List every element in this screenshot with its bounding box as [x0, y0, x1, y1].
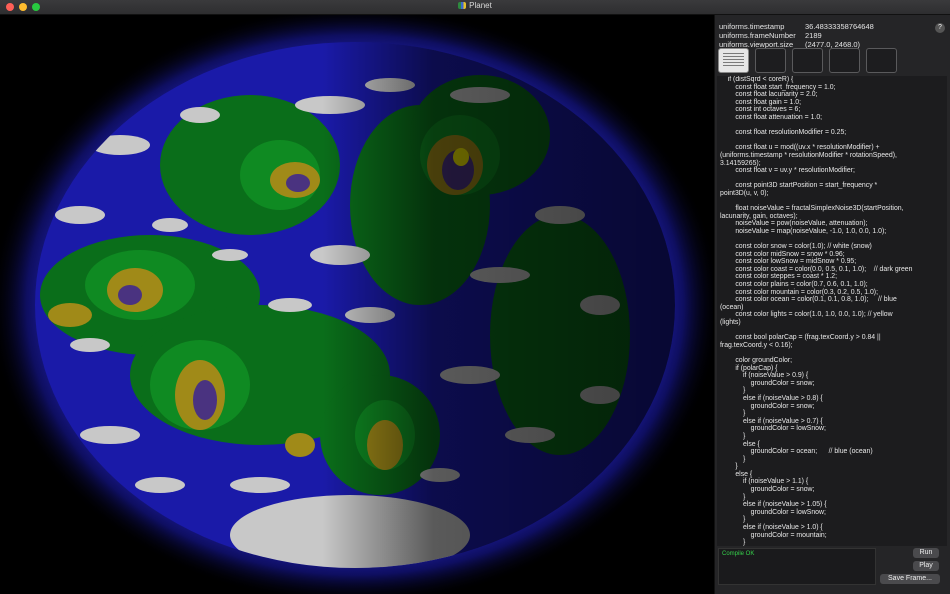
title-bar: Planet [0, 0, 950, 15]
uniform-value: 36.48333358764648 [805, 22, 874, 31]
window-title: Planet [469, 1, 492, 10]
texture-slot-2[interactable] [755, 48, 786, 73]
texture-slot-3[interactable] [792, 48, 823, 73]
texture-slot-4[interactable] [829, 48, 860, 73]
uniform-row: uniforms.timestamp 36.48333358764648 [719, 22, 874, 31]
uniform-name: uniforms.frameNumber [719, 31, 796, 40]
uniform-row: uniforms.frameNumber 2189 [719, 31, 874, 40]
render-viewport[interactable] [0, 15, 713, 594]
uniform-name: uniforms.timestamp [719, 22, 785, 31]
texture-slot-5[interactable] [866, 48, 897, 73]
run-button[interactable]: Run [913, 548, 939, 558]
play-button[interactable]: Play [913, 561, 939, 571]
shader-code-editor[interactable]: if (distSqrd < coreR) { const float star… [717, 76, 947, 546]
window-title-group: Planet [0, 1, 950, 10]
texture-slot-1[interactable] [718, 48, 749, 73]
planet-render [0, 15, 713, 594]
uniform-value: 2189 [805, 31, 822, 40]
planet-app-icon [458, 2, 467, 9]
help-button[interactable]: ? [935, 23, 945, 33]
inspector-panel: uniforms.timestamp 36.48333358764648 unif… [714, 15, 950, 594]
save-frame-button[interactable]: Save Frame... [880, 574, 940, 584]
texture-slots [718, 48, 897, 73]
uniforms-list: uniforms.timestamp 36.48333358764648 unif… [719, 22, 874, 49]
compile-console: Compile OK [718, 548, 876, 585]
